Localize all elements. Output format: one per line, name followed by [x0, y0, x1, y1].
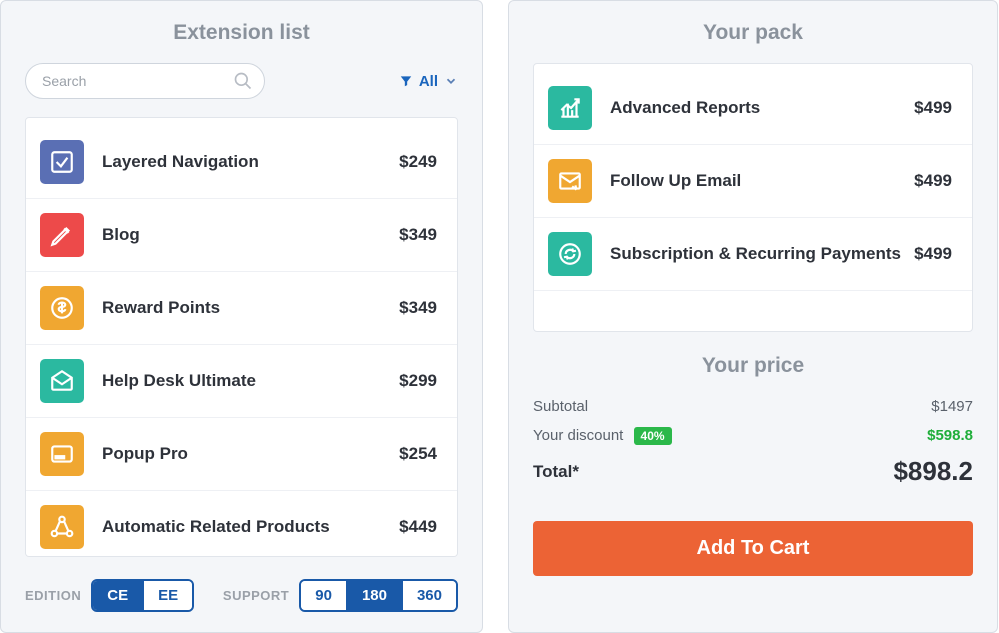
pencil-icon [40, 213, 84, 257]
add-to-cart-button[interactable]: Add To Cart [533, 521, 973, 576]
ext-item-name: Reward Points [102, 298, 399, 318]
pack-item[interactable]: Subscription & Recurring Payments$499 [534, 218, 972, 291]
edition-toggle: CEEE [91, 579, 194, 612]
ext-item-name: Help Desk Ultimate [102, 371, 399, 391]
ext-item[interactable]: Blog$349 [26, 199, 457, 272]
ext-item-name: Automatic Related Products [102, 517, 399, 537]
nodes-icon [40, 505, 84, 549]
pack-item-name: Follow Up Email [610, 171, 914, 191]
pack-item-price: $499 [914, 98, 952, 118]
filter-all[interactable]: All [399, 73, 458, 90]
ext-item-price: $349 [399, 225, 437, 245]
ext-item-price: $249 [399, 152, 437, 172]
pack-title: Your pack [533, 21, 973, 45]
edition-option-ce[interactable]: CE [93, 581, 142, 610]
window-icon [40, 432, 84, 476]
ext-item[interactable]: Reward Points$349 [26, 272, 457, 345]
pack-list: Advanced Reports$499Follow Up Email$499S… [533, 63, 973, 332]
discount-badge: 40% [634, 427, 672, 445]
coin-icon [40, 286, 84, 330]
extension-list-title: Extension list [25, 21, 458, 45]
support-label: SUPPORT [223, 588, 289, 603]
discount-row: Your discount 40% $598.8 [533, 421, 973, 450]
pack-item-price: $499 [914, 171, 952, 191]
check-box-icon [40, 140, 84, 184]
search-input[interactable] [25, 63, 265, 99]
discount-value: $598.8 [927, 427, 973, 444]
total-row: Total* $898.2 [533, 450, 973, 493]
edition-option-ee[interactable]: EE [142, 581, 192, 610]
pack-item[interactable]: Advanced Reports$499 [534, 72, 972, 145]
filter-all-label: All [419, 73, 438, 90]
extension-list[interactable]: Layered Navigation$249Blog$349Reward Poi… [25, 117, 458, 557]
subtotal-label: Subtotal [533, 398, 588, 415]
ext-item-name: Layered Navigation [102, 152, 399, 172]
ext-item-name: Popup Pro [102, 444, 399, 464]
price-section: Your price Subtotal $1497 Your discount … [533, 354, 973, 576]
ext-item[interactable]: Automatic Related Products$449 [26, 491, 457, 557]
ext-item-name: Blog [102, 225, 399, 245]
calendar-refresh-icon [548, 232, 592, 276]
funnel-icon [399, 74, 413, 88]
ext-item[interactable]: Help Desk Ultimate$299 [26, 345, 457, 418]
pack-item-name: Subscription & Recurring Payments [610, 244, 914, 264]
chart-icon [548, 86, 592, 130]
extension-list-panel: Extension list All Layered Navigation$24… [0, 0, 483, 633]
pack-item-price: $499 [914, 244, 952, 264]
subtotal-row: Subtotal $1497 [533, 392, 973, 421]
envelope-arrow-icon [548, 159, 592, 203]
discount-label: Your discount 40% [533, 427, 672, 444]
search-icon [233, 71, 253, 91]
extension-list-toolbar: All [25, 63, 458, 99]
total-value: $898.2 [893, 456, 973, 487]
search-box [25, 63, 265, 99]
envelope-open-icon [40, 359, 84, 403]
ext-item[interactable]: Layered Navigation$249 [26, 126, 457, 199]
bottom-controls: EDITION CEEE SUPPORT 90180360 [25, 557, 458, 612]
chevron-down-icon [444, 74, 458, 88]
ext-item-price: $449 [399, 517, 437, 537]
support-option-90[interactable]: 90 [301, 581, 346, 610]
ext-item[interactable]: Popup Pro$254 [26, 418, 457, 491]
pack-panel: Your pack Advanced Reports$499Follow Up … [508, 0, 998, 633]
edition-label: EDITION [25, 588, 81, 603]
pack-item[interactable]: Follow Up Email$499 [534, 145, 972, 218]
total-label: Total* [533, 462, 579, 482]
ext-item-price: $299 [399, 371, 437, 391]
pack-item-name: Advanced Reports [610, 98, 914, 118]
ext-item-price: $254 [399, 444, 437, 464]
support-toggle: 90180360 [299, 579, 458, 612]
support-option-360[interactable]: 360 [401, 581, 456, 610]
support-option-180[interactable]: 180 [346, 581, 401, 610]
subtotal-value: $1497 [931, 398, 973, 415]
ext-item-price: $349 [399, 298, 437, 318]
price-title: Your price [533, 354, 973, 378]
